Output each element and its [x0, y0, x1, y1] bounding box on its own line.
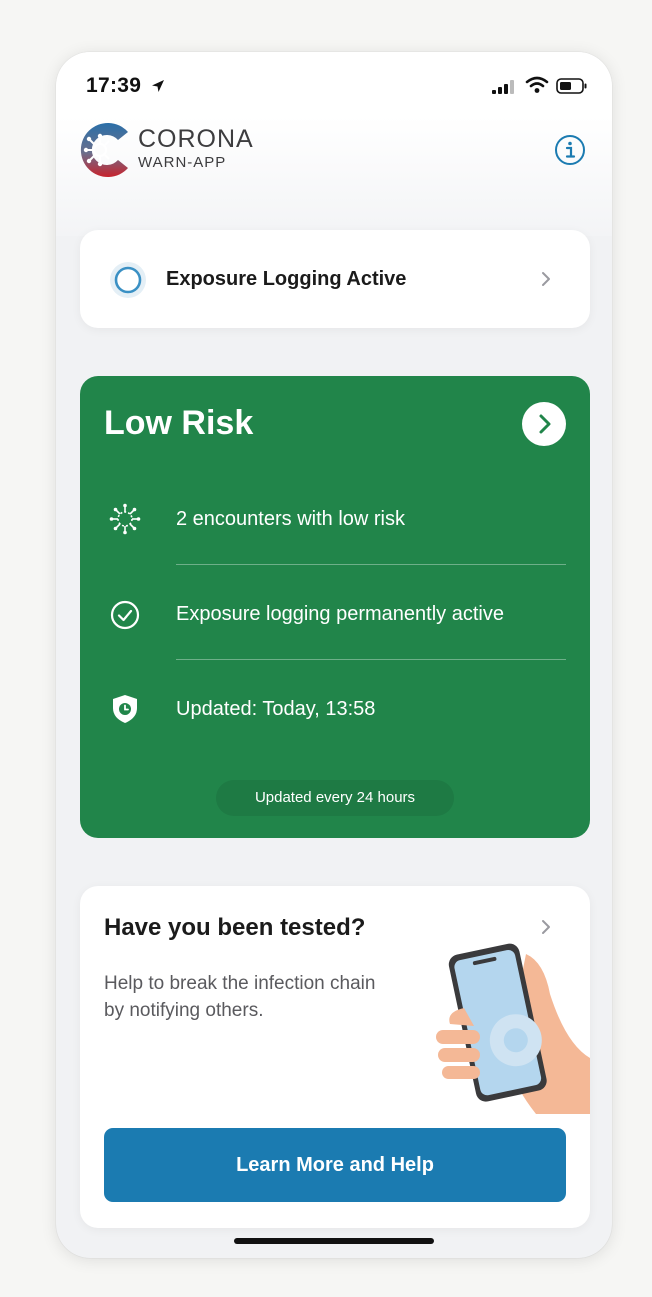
- chevron-right-icon: [542, 272, 550, 286]
- risk-row-encounters: 2 encounters with low risk: [176, 508, 405, 530]
- tested-title: Have you been tested?: [104, 914, 366, 941]
- risk-details-chevron-icon[interactable]: [522, 402, 566, 446]
- status-time: 17:39: [86, 74, 142, 97]
- battery-icon: [556, 78, 587, 94]
- risk-title: Low Risk: [104, 404, 254, 442]
- location-arrow-icon: [152, 80, 164, 92]
- home-indicator[interactable]: [234, 1238, 434, 1244]
- logo-title: CORONA: [138, 125, 254, 153]
- virus-encounters-icon: [109, 503, 141, 535]
- exposure-logging-card[interactable]: Exposure Logging Active: [80, 230, 590, 328]
- learn-more-button[interactable]: Learn More and Help: [104, 1128, 566, 1202]
- shield-clock-icon: [113, 695, 137, 723]
- check-circle-icon: [110, 600, 140, 630]
- status-bar: 17:39: [56, 52, 612, 116]
- risk-divider: [176, 659, 566, 660]
- risk-card[interactable]: Low Risk 2 encounters with low risk Expo…: [80, 376, 590, 838]
- tested-description: Help to break the infection chain by not…: [104, 973, 376, 1021]
- risk-divider: [176, 564, 566, 565]
- risk-row-updated: Updated: Today, 13:58: [176, 698, 376, 720]
- logo-subtitle: WARN-APP: [138, 154, 227, 171]
- hand-holding-phone-illustration: [436, 943, 590, 1114]
- exposure-logging-title: Exposure Logging Active: [166, 268, 407, 290]
- pulse-ring-icon: [110, 262, 146, 298]
- update-interval-pill: Updated every 24 hours: [216, 780, 454, 816]
- cellular-signal-icon: [492, 80, 514, 94]
- app-header: CORONA WARN-APP: [56, 116, 612, 236]
- corona-virus-logo-icon: [80, 123, 128, 177]
- risk-row-logging: Exposure logging permanently active: [176, 603, 504, 625]
- wifi-icon: [525, 76, 549, 93]
- phone-frame: 17:39 CORONA WARN-APP Exposure Logging A…: [56, 52, 612, 1258]
- info-icon[interactable]: [554, 134, 586, 166]
- tested-card[interactable]: Have you been tested? Help to break the …: [80, 886, 590, 1228]
